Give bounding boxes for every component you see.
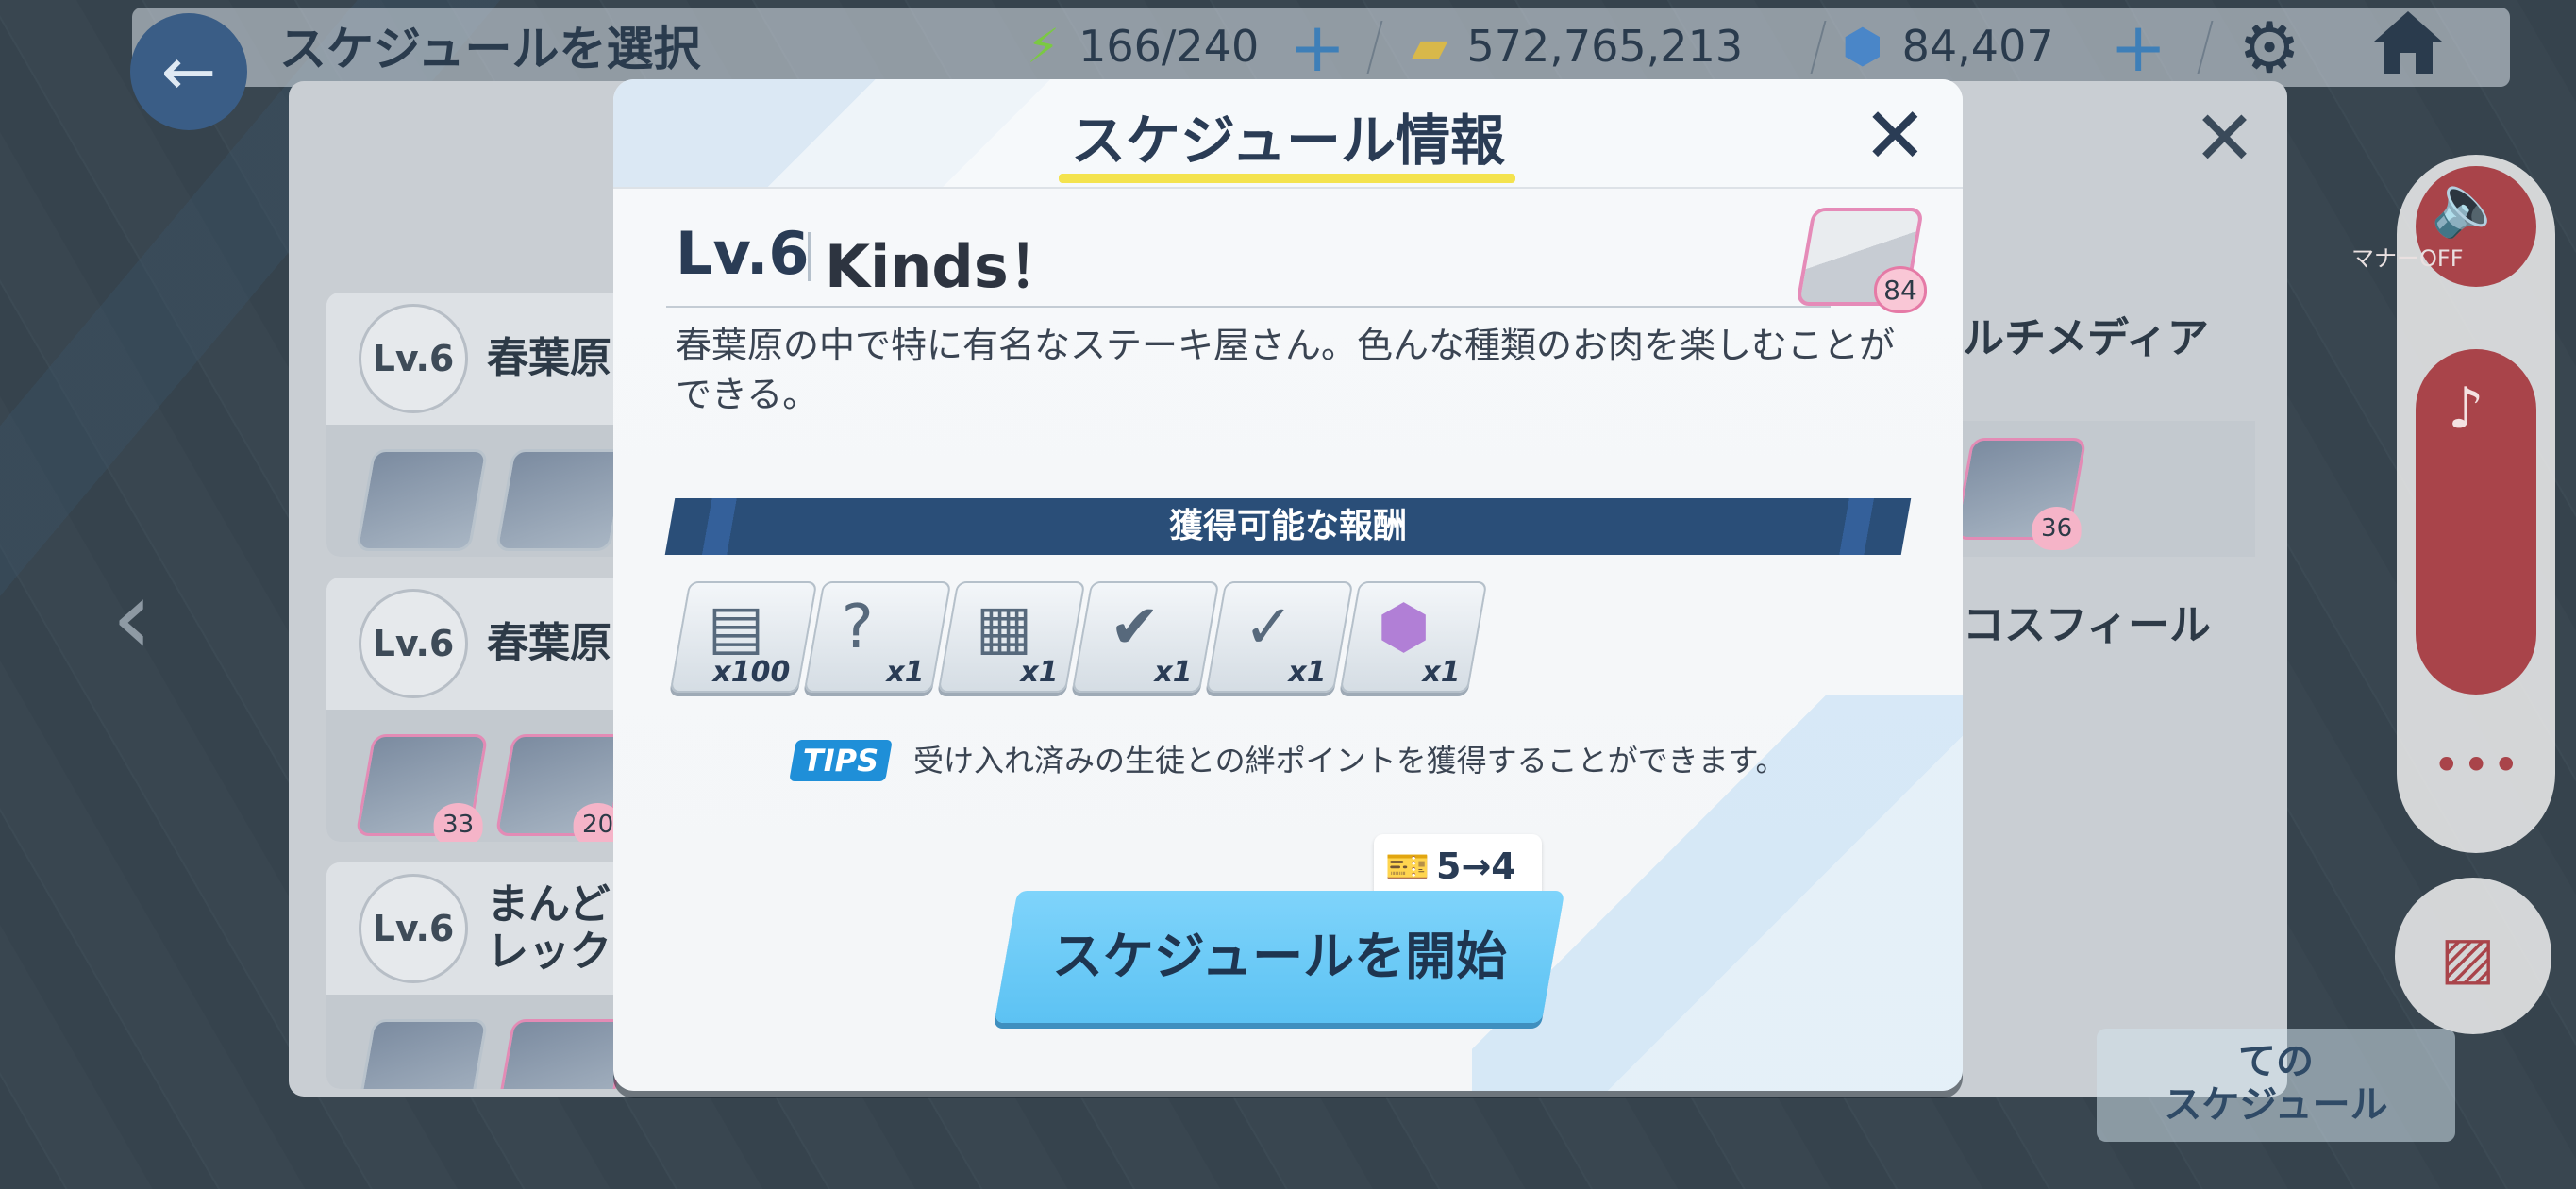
music-note-icon: ♪ — [2448, 376, 2484, 442]
schedule-name-partial: ルチメディア — [1963, 314, 2209, 362]
location-name: Kinds！ — [825, 232, 1067, 301]
student-avatar — [355, 449, 489, 551]
location-level: Lv.6 — [676, 219, 810, 288]
divider — [808, 232, 811, 281]
ticket-count: 5→4 — [1436, 846, 1516, 887]
lightning-icon: ⚡ — [1027, 19, 1061, 74]
pyroxene-icon: ⬢ — [1842, 19, 1883, 74]
gem-value: 84,407 — [1901, 21, 2054, 72]
reward-item[interactable]: ? x1 — [803, 581, 952, 693]
student-avatar: 20 — [494, 734, 628, 842]
title-underline — [1059, 174, 1515, 183]
tips-label: TIPS — [802, 743, 879, 779]
credit-icon: ▰ — [1412, 19, 1448, 74]
ex-gift-icon: ✔ — [1109, 593, 1161, 662]
reward-quantity: x1 — [1020, 656, 1059, 689]
gem-counter: ⬢ 84,407 — [1842, 13, 2054, 79]
reward-item[interactable]: ✔ x1 — [1071, 581, 1220, 693]
gear-icon[interactable]: ⚙ — [2238, 8, 2300, 89]
hide-ui-icon: ▨ — [2440, 923, 2496, 992]
bond-heart: 84 — [1874, 266, 1927, 313]
student-avatar — [494, 1019, 628, 1089]
reward-quantity: x1 — [1154, 656, 1193, 689]
ap-value: 166/240 — [1079, 21, 1260, 72]
level-badge: Lv.6 — [359, 589, 468, 698]
student-avatar — [355, 1019, 489, 1089]
start-schedule-label[interactable]: スケジュールを開始 — [1006, 891, 1553, 1023]
reward-quantity: x100 — [712, 656, 791, 689]
ap-counter: ⚡ 166/240 — [1027, 13, 1259, 79]
exp-report-icon: ▤ — [707, 593, 765, 662]
home-icon[interactable] — [2370, 4, 2446, 79]
mystery-gift-icon: ? — [841, 593, 874, 662]
arrow-left-icon: ← — [160, 33, 217, 110]
schedule-name-partial: コスフィール — [1963, 601, 2212, 649]
chevron-left-icon[interactable]: ‹ — [111, 557, 153, 678]
mystery-gift-box-icon: ▦ — [975, 593, 1033, 662]
tips-text: 受け入れ済みの生徒との絆ポイントを獲得することができます。 — [913, 743, 1786, 779]
schedule-info-dialog: スケジュール情報 ✕ Lv.6 Kinds！ 84 春葉原の中で特に有名なステー… — [613, 79, 1963, 1091]
button-label-line: スケジュール — [2164, 1083, 2388, 1127]
credit-value: 572,765,213 — [1466, 21, 1744, 72]
reward-item[interactable]: ✓ x1 — [1205, 581, 1354, 693]
add-ap-button[interactable]: + — [1289, 8, 1346, 87]
credit-counter: ▰ 572,765,213 — [1412, 13, 1743, 79]
all-schedules-button[interactable]: ての スケジュール — [2097, 1029, 2455, 1142]
schedule-name: 春葉原 — [487, 619, 611, 667]
more-icon[interactable]: ••• — [2433, 738, 2521, 793]
reward-quantity: x1 — [1288, 656, 1327, 689]
bond-heart: 33 — [433, 803, 483, 842]
student-avatar: 36 — [1953, 438, 2087, 550]
reward-header: 獲得可能な報酬 — [1168, 507, 1407, 545]
reward-item[interactable]: ▦ x1 — [937, 581, 1086, 693]
reward-item[interactable]: ▤ x100 — [669, 581, 818, 693]
level-badge: Lv.6 — [359, 304, 468, 413]
student-eleph-icon: ⬢ — [1377, 593, 1430, 662]
bond-heart: 36 — [2032, 507, 2082, 550]
select-gift-icon: ✓ — [1243, 593, 1295, 662]
schedule-card-partial[interactable]: 36 — [1934, 421, 2255, 557]
location-description: 春葉原の中で特に有名なステーキ屋さん。色んな種類のお肉を楽しむことができる。 — [676, 325, 1896, 415]
ticket-icon: 🎫 — [1385, 846, 1430, 887]
reward-item[interactable]: ⬢ x1 — [1339, 581, 1488, 693]
student-avatar: 33 — [355, 734, 489, 842]
manner-label: マナーOFF — [2351, 245, 2464, 272]
dialog-title: スケジュール情報 — [1071, 109, 1505, 173]
button-label-line: ての — [2238, 1040, 2314, 1083]
back-button[interactable]: ← — [130, 13, 247, 130]
screen-title: スケジュールを選択 — [279, 22, 701, 76]
schedule-name: 春葉原 — [487, 334, 611, 382]
close-icon[interactable]: ✕ — [1863, 94, 1928, 179]
schedule-name-line: レック — [487, 928, 611, 976]
reward-quantity: x1 — [886, 656, 925, 689]
schedule-name-line: まんど — [487, 880, 611, 929]
close-icon[interactable]: ✕ — [2193, 94, 2256, 182]
divider — [666, 306, 1831, 308]
reward-quantity: x1 — [1422, 656, 1461, 689]
schedule-name: まんど レック — [487, 881, 611, 976]
student-avatar — [494, 449, 628, 551]
speaker-icon: 🔈 — [2431, 171, 2506, 241]
header-divider — [613, 187, 1963, 189]
level-badge: Lv.6 — [359, 874, 468, 983]
add-gem-button[interactable]: + — [2110, 8, 2166, 87]
